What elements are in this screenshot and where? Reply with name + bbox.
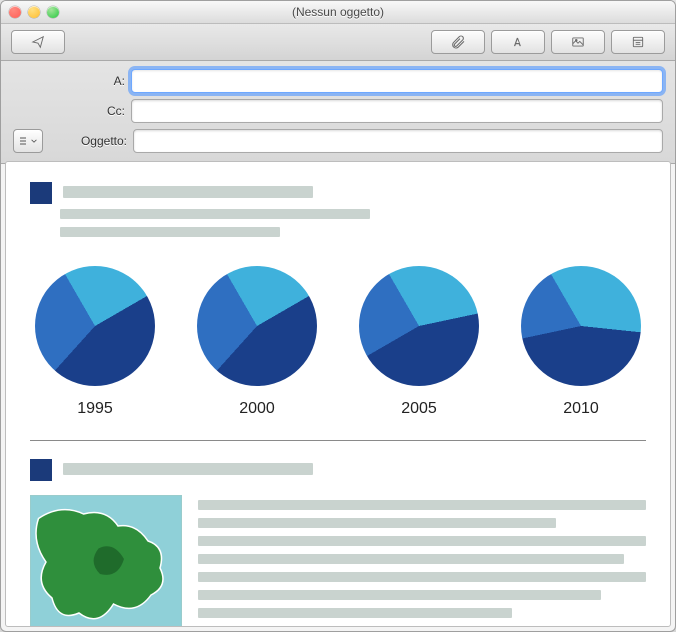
pie-chart: 2000	[192, 266, 322, 418]
pie-chart: 2010	[516, 266, 646, 418]
pie-charts-row: 1995 2000 2005 2010	[30, 266, 646, 418]
report-paragraph	[198, 495, 646, 626]
to-field[interactable]	[131, 69, 663, 93]
pie-2005	[359, 266, 479, 386]
send-button[interactable]	[11, 30, 65, 54]
pie-chart: 1995	[30, 266, 160, 418]
pie-1995	[35, 266, 155, 386]
toolbar	[1, 24, 675, 61]
pie-2000	[197, 266, 317, 386]
titlebar: (Nessun oggetto)	[1, 1, 675, 24]
pie-label: 2005	[401, 400, 437, 418]
cc-label: Cc:	[13, 104, 131, 118]
attachment-icon	[450, 34, 466, 50]
message-headers: A: Cc: Oggetto:	[1, 61, 675, 164]
pie-label: 2010	[563, 400, 599, 418]
report-heading-1	[30, 182, 646, 240]
subject-label: Oggetto:	[51, 134, 133, 148]
close-button[interactable]	[9, 6, 21, 18]
compose-window: (Nessun oggetto) A:	[0, 0, 676, 632]
attach-button[interactable]	[431, 30, 485, 54]
pie-chart: 2005	[354, 266, 484, 418]
font-icon	[509, 35, 527, 49]
window-title: (Nessun oggetto)	[1, 5, 675, 19]
map-illustration	[30, 495, 182, 626]
zoom-button[interactable]	[47, 6, 59, 18]
stationery-button[interactable]	[611, 30, 665, 54]
subject-field[interactable]	[133, 129, 663, 153]
photo-icon	[569, 35, 587, 49]
fonts-button[interactable]	[491, 30, 545, 54]
message-body[interactable]: 1995 2000 2005 2010	[6, 162, 670, 626]
stationery-icon	[629, 35, 647, 49]
traffic-lights	[9, 6, 59, 18]
paper-plane-icon	[29, 35, 47, 49]
message-body-container: 1995 2000 2005 2010	[5, 161, 671, 627]
chevron-down-icon	[31, 138, 37, 144]
pie-2010	[521, 266, 641, 386]
report-heading-2	[30, 459, 646, 481]
section-divider	[30, 440, 646, 441]
list-icon	[19, 136, 29, 146]
minimize-button[interactable]	[28, 6, 40, 18]
to-label: A:	[13, 74, 131, 88]
pie-label: 2000	[239, 400, 275, 418]
cc-field[interactable]	[131, 99, 663, 123]
header-menu-button[interactable]	[13, 129, 43, 153]
photo-browser-button[interactable]	[551, 30, 605, 54]
pie-label: 1995	[77, 400, 113, 418]
report-section-2	[30, 495, 646, 626]
